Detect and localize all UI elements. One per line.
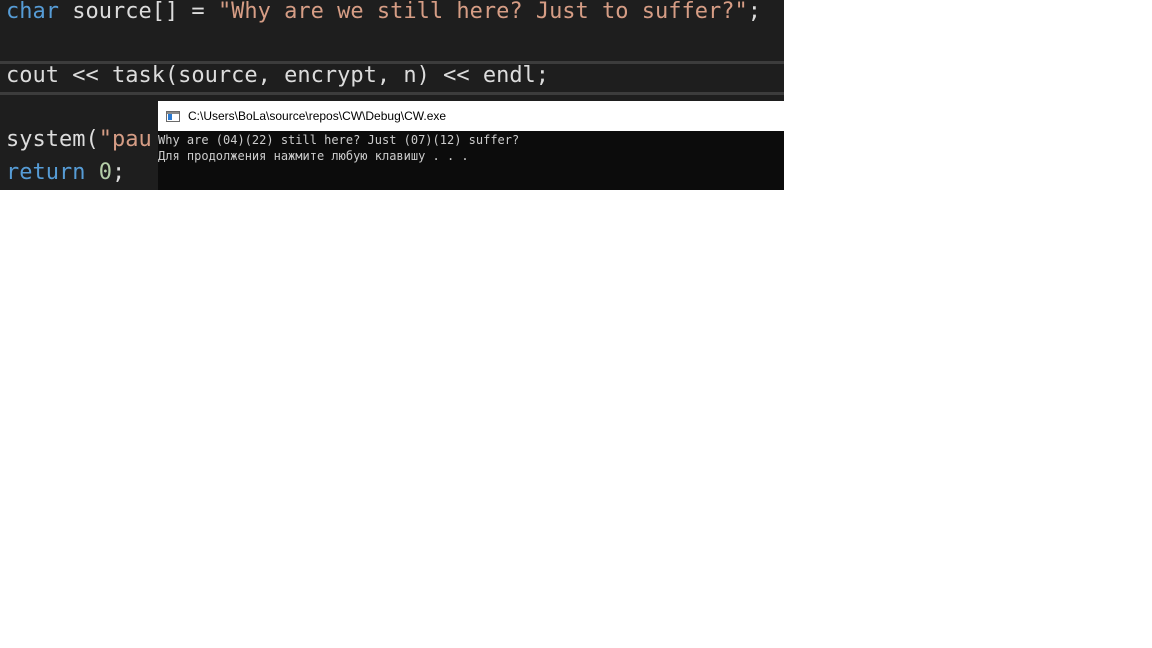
keyword-return: return bbox=[6, 160, 86, 185]
code-line-cout[interactable]: cout << task(source, encrypt, n) << endl… bbox=[6, 63, 549, 89]
console-output[interactable]: Why are (04)(22) still here? Just (07)(1… bbox=[158, 132, 784, 164]
number-literal: 0 bbox=[98, 160, 112, 185]
system-call: system( bbox=[6, 127, 99, 152]
console-output-line: Для продолжения нажмите любую клавишу . … bbox=[158, 149, 469, 163]
semicolon: ; bbox=[747, 0, 761, 24]
system-argument-string: "pau bbox=[98, 127, 152, 152]
code-line-system-call[interactable]: system("pau bbox=[6, 127, 152, 153]
string-literal: "Why are we still here? Just to suffer?" bbox=[217, 0, 748, 24]
console-window[interactable]: C:\Users\BoLa\source\repos\CW\Debug\CW.e… bbox=[158, 101, 784, 190]
identifier-source: source[] = bbox=[58, 0, 218, 24]
semicolon: ; bbox=[111, 160, 126, 185]
console-titlebar[interactable]: C:\Users\BoLa\source\repos\CW\Debug\CW.e… bbox=[158, 101, 784, 131]
code-line-return[interactable]: return 0; bbox=[6, 160, 125, 186]
cout-statement: cout << task(source, encrypt, n) << endl… bbox=[6, 63, 550, 88]
console-window-title: C:\Users\BoLa\source\repos\CW\Debug\CW.e… bbox=[188, 109, 447, 123]
console-window-icon bbox=[166, 110, 180, 122]
keyword-char: char bbox=[6, 0, 59, 24]
code-line-source-declaration[interactable]: char source[] = "Why are we still here? … bbox=[6, 0, 761, 25]
console-output-line: Why are (04)(22) still here? Just (07)(1… bbox=[158, 133, 520, 147]
